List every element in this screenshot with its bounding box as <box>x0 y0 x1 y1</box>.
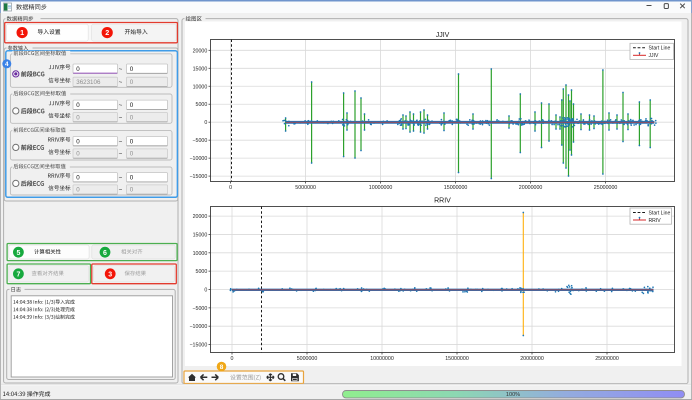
svg-text:0: 0 <box>76 138 80 145</box>
svg-text:7: 7 <box>16 271 20 278</box>
svg-text:RRIV: RRIV <box>434 198 451 205</box>
svg-text:Start Line: Start Line <box>649 46 671 52</box>
svg-text:15000: 15000 <box>193 66 208 72</box>
svg-text:~: ~ <box>119 66 123 73</box>
svg-text:15000: 15000 <box>193 232 208 238</box>
svg-text:~: ~ <box>119 151 123 158</box>
svg-text:20000: 20000 <box>193 214 208 220</box>
svg-text:0: 0 <box>130 151 134 158</box>
svg-text:0: 0 <box>130 138 134 145</box>
svg-text:JJIV: JJIV <box>436 32 450 39</box>
svg-text:−15000: −15000 <box>189 174 207 180</box>
svg-text:0: 0 <box>76 66 80 73</box>
svg-text:4: 4 <box>5 61 9 68</box>
svg-text:0: 0 <box>204 120 207 126</box>
svg-text:25000000: 25000000 <box>595 356 619 362</box>
svg-text:0: 0 <box>76 151 80 158</box>
svg-text:~: ~ <box>119 79 123 86</box>
svg-text:5000000: 5000000 <box>297 356 318 362</box>
svg-text:1: 1 <box>20 28 24 37</box>
svg-text:0: 0 <box>76 174 80 181</box>
svg-text:3623106: 3623106 <box>76 79 101 86</box>
svg-text:RRIV: RRIV <box>649 218 662 224</box>
svg-text:10000000: 10000000 <box>369 185 393 191</box>
svg-text:10000000: 10000000 <box>370 356 394 362</box>
svg-text:0: 0 <box>130 187 134 194</box>
svg-text:~: ~ <box>119 114 123 121</box>
svg-text:5000: 5000 <box>196 269 208 275</box>
svg-text:Start Line: Start Line <box>649 210 671 216</box>
svg-text:0: 0 <box>130 79 134 86</box>
svg-text:~: ~ <box>119 102 123 109</box>
svg-text:−5000: −5000 <box>192 306 207 312</box>
svg-text:~: ~ <box>119 174 123 181</box>
svg-text:~: ~ <box>119 138 123 145</box>
svg-text:0: 0 <box>76 187 80 194</box>
svg-text:0: 0 <box>130 174 134 181</box>
svg-text:5000: 5000 <box>196 102 208 108</box>
svg-text:10000: 10000 <box>193 251 208 257</box>
svg-text:0: 0 <box>229 185 232 191</box>
svg-text:10000: 10000 <box>193 84 208 90</box>
svg-text:−10000: −10000 <box>189 156 207 162</box>
svg-text:2: 2 <box>105 28 109 37</box>
svg-text:25000000: 25000000 <box>594 185 618 191</box>
svg-text:8: 8 <box>220 364 224 371</box>
svg-text:0: 0 <box>231 356 234 362</box>
svg-text:−5000: −5000 <box>192 138 207 144</box>
svg-text:JJIV: JJIV <box>649 53 660 59</box>
svg-text:0: 0 <box>76 114 80 121</box>
svg-text:20000000: 20000000 <box>519 185 543 191</box>
svg-text:0: 0 <box>204 288 207 294</box>
svg-text:~: ~ <box>119 187 123 194</box>
svg-text:3: 3 <box>108 271 112 278</box>
svg-text:0: 0 <box>130 66 134 73</box>
svg-text:15000000: 15000000 <box>445 356 469 362</box>
svg-text:5: 5 <box>16 250 20 257</box>
svg-text:0: 0 <box>130 102 134 109</box>
svg-text:5000000: 5000000 <box>295 185 316 191</box>
svg-text:100%: 100% <box>506 392 520 398</box>
svg-text:−15000: −15000 <box>189 343 207 349</box>
svg-text:0: 0 <box>130 114 134 121</box>
svg-text:15000000: 15000000 <box>444 185 468 191</box>
svg-text:20000: 20000 <box>193 48 208 54</box>
svg-text:20000000: 20000000 <box>520 356 544 362</box>
svg-text:−10000: −10000 <box>189 324 207 330</box>
svg-text:6: 6 <box>103 250 107 257</box>
svg-text:0: 0 <box>76 102 80 109</box>
